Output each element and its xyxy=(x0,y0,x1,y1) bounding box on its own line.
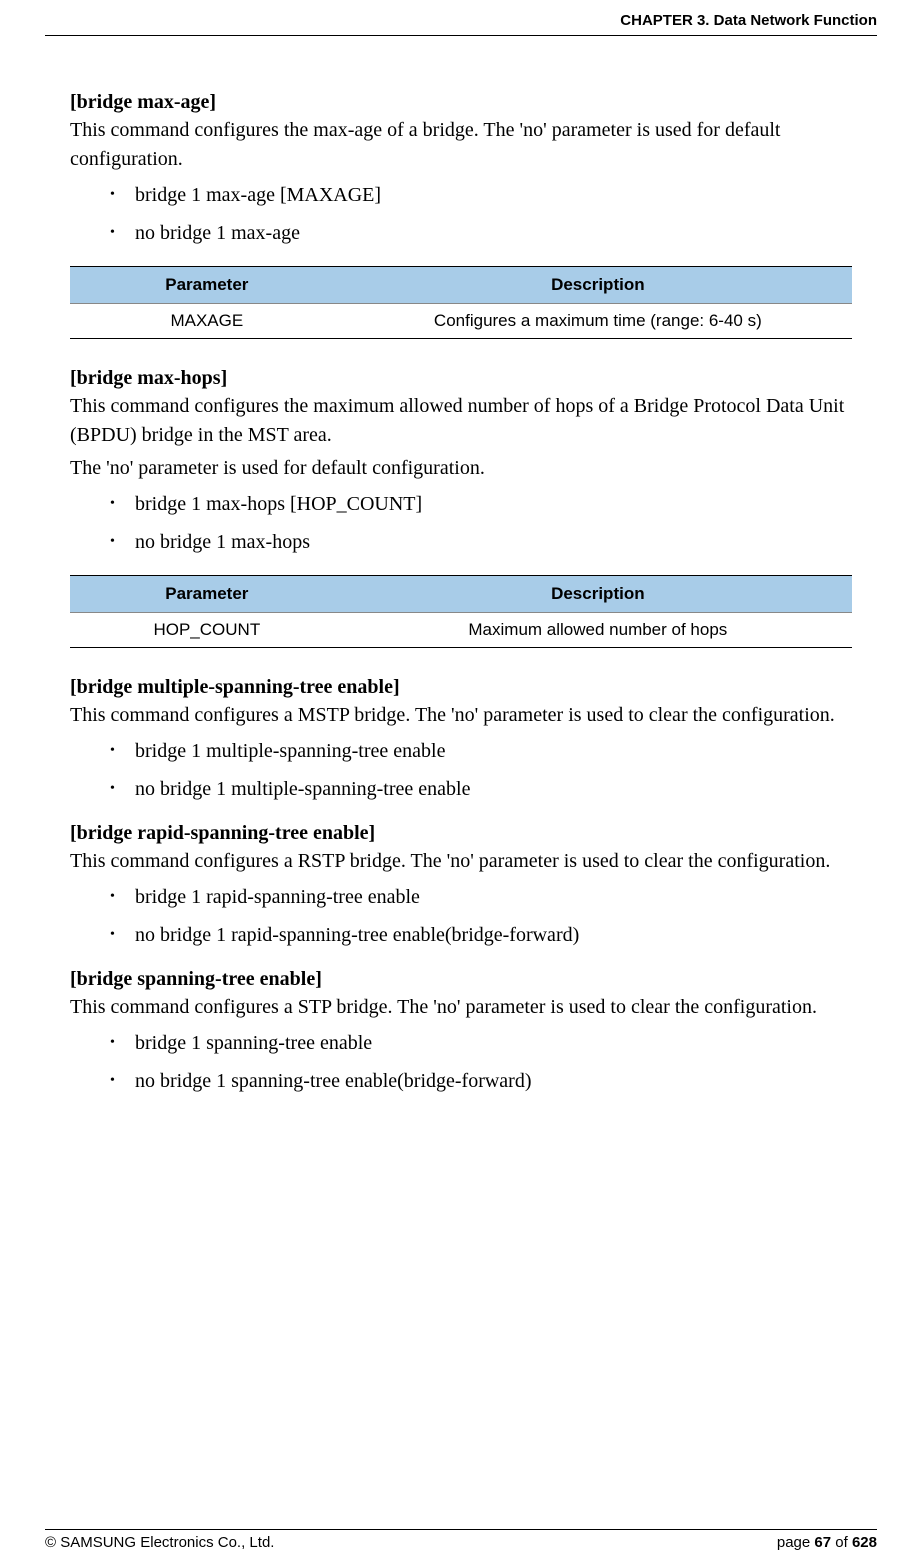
section-title: [bridge spanning-tree enable] xyxy=(70,968,852,991)
command-item: no bridge 1 spanning-tree enable(bridge-… xyxy=(110,1066,852,1096)
page-header: CHAPTER 3. Data Network Function xyxy=(45,0,877,36)
command-item: bridge 1 spanning-tree enable xyxy=(110,1028,852,1058)
command-list: bridge 1 spanning-tree enable no bridge … xyxy=(70,1028,852,1096)
section-bridge-max-hops: [bridge max-hops] This command configure… xyxy=(70,367,852,648)
section-title: [bridge max-age] xyxy=(70,91,852,114)
command-list: bridge 1 max-age [MAXAGE] no bridge 1 ma… xyxy=(70,180,852,248)
command-list: bridge 1 multiple-spanning-tree enable n… xyxy=(70,736,852,804)
table-header-description: Description xyxy=(344,267,852,304)
command-item: bridge 1 rapid-spanning-tree enable xyxy=(110,882,852,912)
command-list: bridge 1 max-hops [HOP_COUNT] no bridge … xyxy=(70,489,852,557)
page-footer: © SAMSUNG Electronics Co., Ltd. page 67 … xyxy=(45,1529,877,1551)
paragraph: This command configures the max-age of a… xyxy=(70,116,852,174)
parameter-table: Parameter Description HOP_COUNT Maximum … xyxy=(70,575,852,648)
table-cell-description: Configures a maximum time (range: 6-40 s… xyxy=(344,304,852,339)
table-header-parameter: Parameter xyxy=(70,576,344,613)
command-item: no bridge 1 multiple-spanning-tree enabl… xyxy=(110,774,852,804)
section-title: [bridge max-hops] xyxy=(70,367,852,390)
table-header-description: Description xyxy=(344,576,852,613)
page-total: 628 xyxy=(852,1534,877,1551)
paragraph: The 'no' parameter is used for default c… xyxy=(70,454,852,483)
section-title: [bridge multiple-spanning-tree enable] xyxy=(70,676,852,699)
paragraph: This command configures a STP bridge. Th… xyxy=(70,993,852,1022)
command-item: no bridge 1 rapid-spanning-tree enable(b… xyxy=(110,920,852,950)
table-cell-parameter: HOP_COUNT xyxy=(70,613,344,648)
page-content: [bridge max-age] This command configures… xyxy=(45,36,877,1096)
page-of: of xyxy=(831,1534,852,1551)
section-title: [bridge rapid-spanning-tree enable] xyxy=(70,822,852,845)
section-bridge-mstp-enable: [bridge multiple-spanning-tree enable] T… xyxy=(70,676,852,804)
command-item: no bridge 1 max-age xyxy=(110,218,852,248)
table-cell-parameter: MAXAGE xyxy=(70,304,344,339)
table-row: HOP_COUNT Maximum allowed number of hops xyxy=(70,613,852,648)
paragraph: This command configures a MSTP bridge. T… xyxy=(70,701,852,730)
section-bridge-max-age: [bridge max-age] This command configures… xyxy=(70,91,852,339)
command-item: bridge 1 max-age [MAXAGE] xyxy=(110,180,852,210)
page-prefix: page xyxy=(777,1534,815,1551)
command-item: bridge 1 max-hops [HOP_COUNT] xyxy=(110,489,852,519)
section-bridge-rstp-enable: [bridge rapid-spanning-tree enable] This… xyxy=(70,822,852,950)
section-bridge-stp-enable: [bridge spanning-tree enable] This comma… xyxy=(70,968,852,1096)
table-cell-description: Maximum allowed number of hops xyxy=(344,613,852,648)
command-list: bridge 1 rapid-spanning-tree enable no b… xyxy=(70,882,852,950)
page-number: page 67 of 628 xyxy=(777,1534,877,1551)
paragraph: This command configures a RSTP bridge. T… xyxy=(70,847,852,876)
command-item: bridge 1 multiple-spanning-tree enable xyxy=(110,736,852,766)
command-item: no bridge 1 max-hops xyxy=(110,527,852,557)
page-current: 67 xyxy=(814,1534,831,1551)
table-header-parameter: Parameter xyxy=(70,267,344,304)
table-row: MAXAGE Configures a maximum time (range:… xyxy=(70,304,852,339)
copyright-text: © SAMSUNG Electronics Co., Ltd. xyxy=(45,1534,274,1551)
chapter-title: CHAPTER 3. Data Network Function xyxy=(620,12,877,29)
paragraph: This command configures the maximum allo… xyxy=(70,392,852,450)
parameter-table: Parameter Description MAXAGE Configures … xyxy=(70,266,852,339)
